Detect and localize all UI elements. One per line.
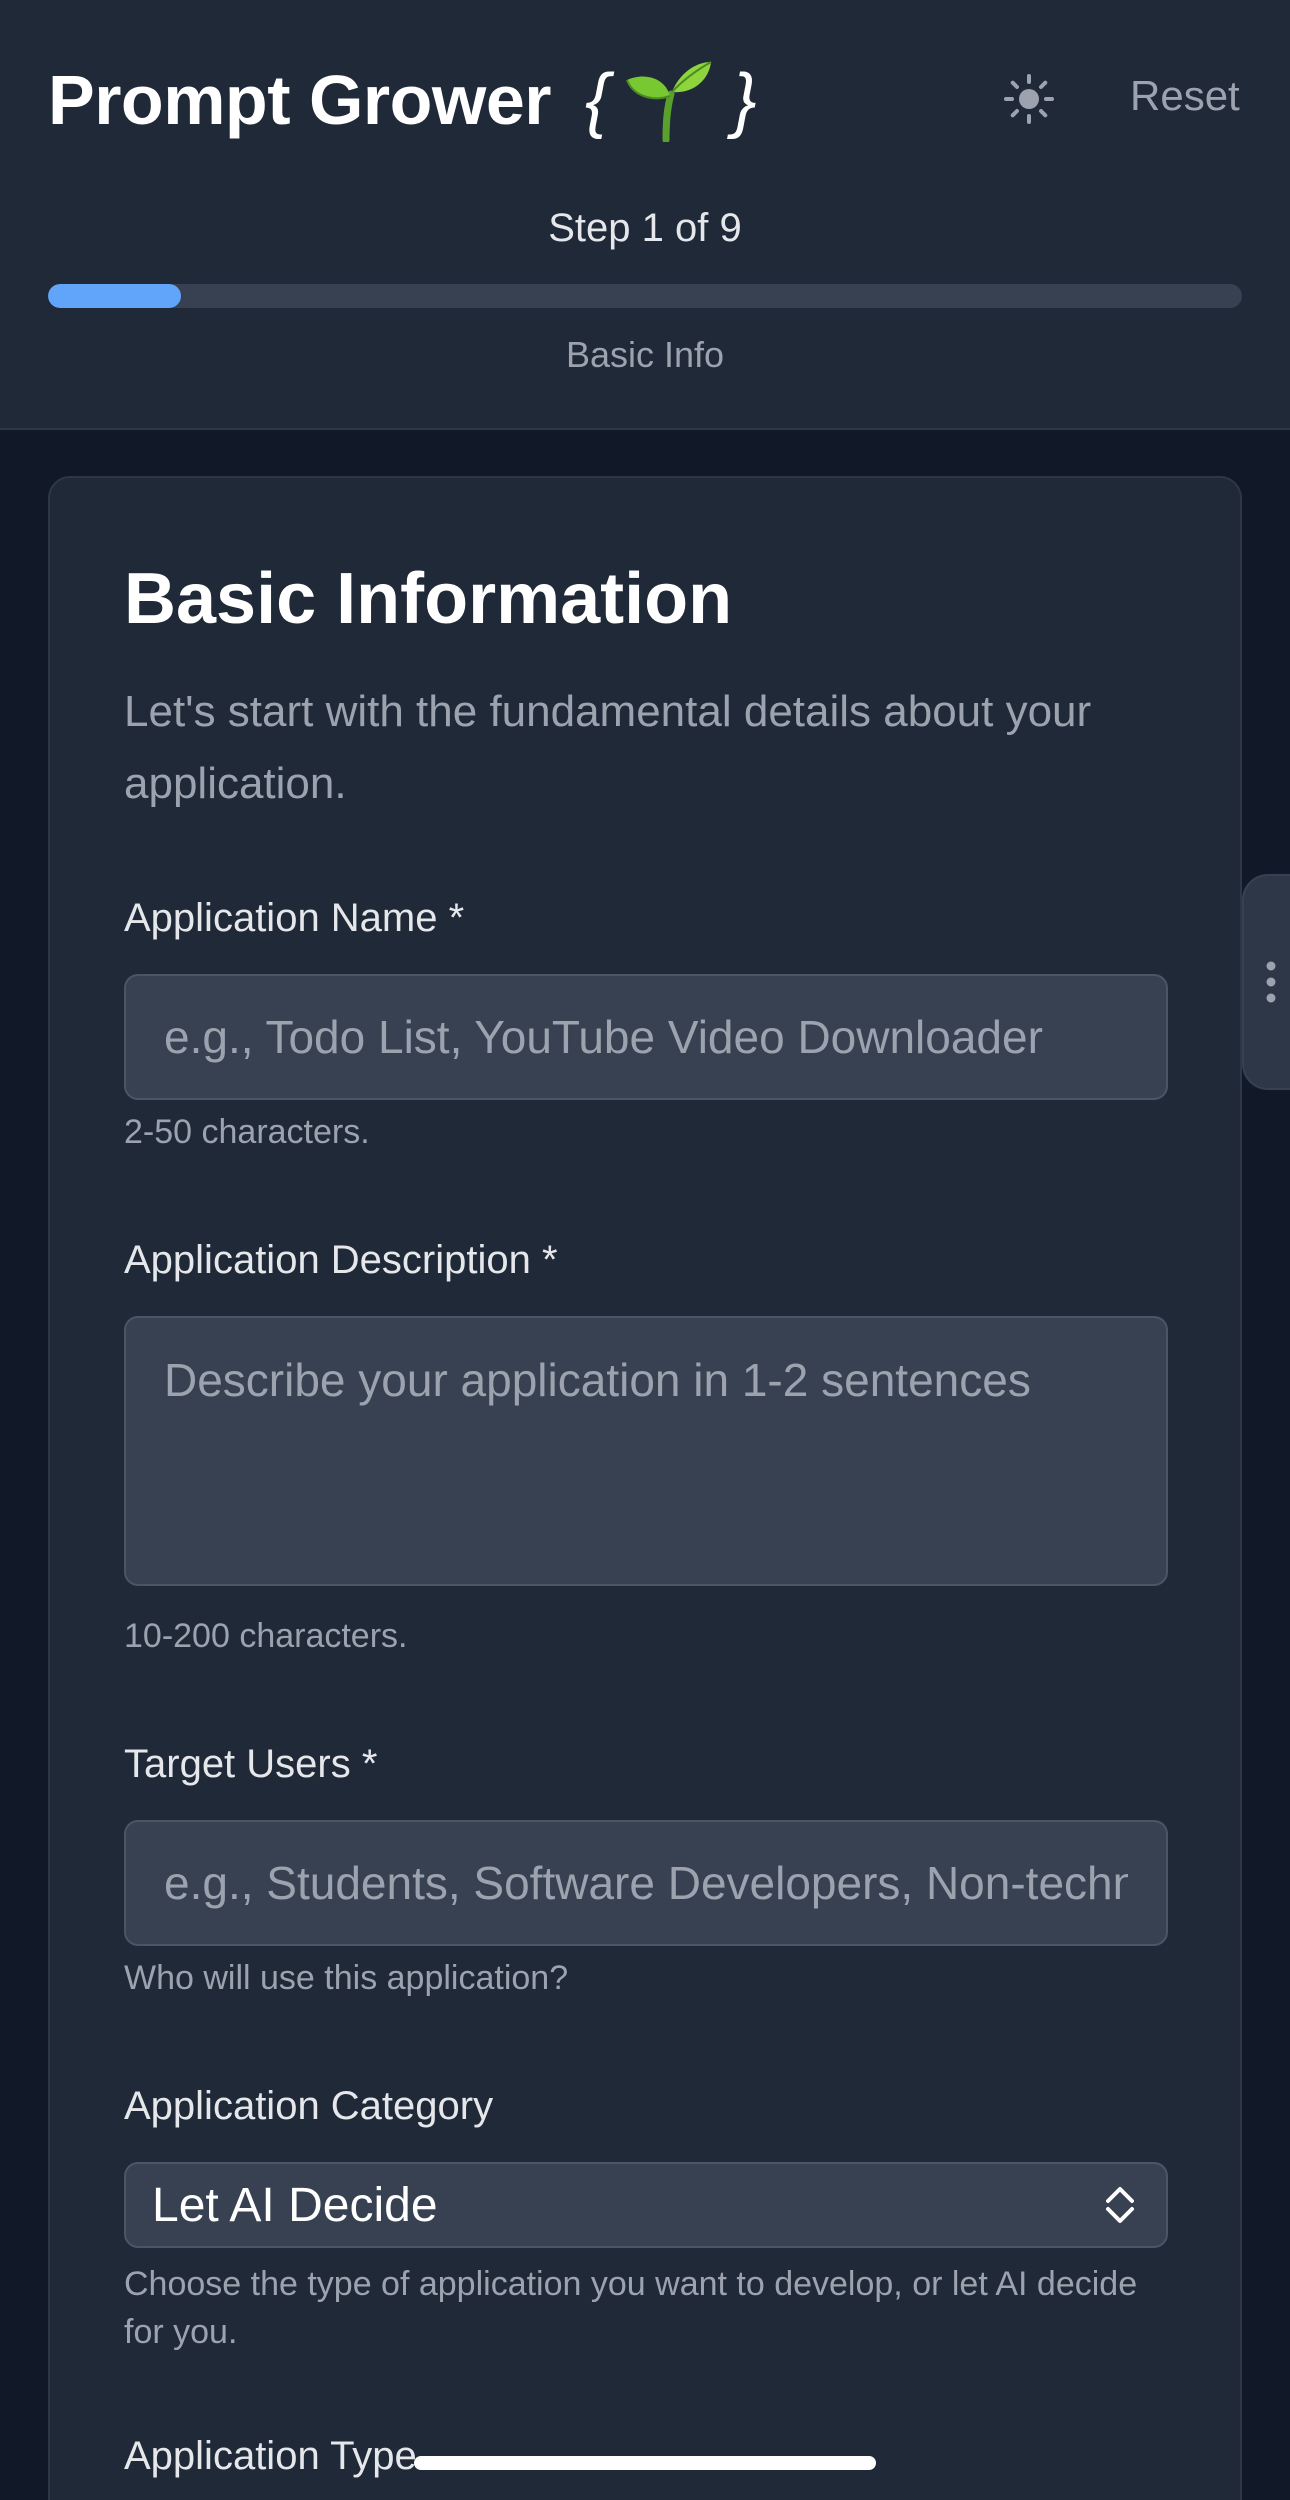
- updown-chevron-icon: [1106, 2187, 1134, 2223]
- header: Prompt Grower { } Reset Step 1 of 9 Basi…: [0, 0, 1290, 430]
- app-name-help: 2-50 characters.: [124, 1113, 370, 1151]
- app-title-text: Prompt Grower: [48, 61, 552, 139]
- step-label: Basic Info: [565, 334, 725, 375]
- sprout-icon: [625, 61, 712, 142]
- basic-info-card: Basic Information Let's start with the f…: [48, 476, 1242, 2500]
- side-panel-handle[interactable]: [1242, 874, 1290, 1090]
- vertical-dots-icon: [1266, 961, 1276, 1003]
- card-subtitle: Let's start with the fundamental details…: [124, 687, 1092, 808]
- app-title: Prompt Grower { }: [48, 58, 757, 142]
- reset-button[interactable]: Reset: [1130, 72, 1240, 120]
- app-category-help: Choose the type of application you want …: [124, 2265, 1138, 2351]
- home-indicator: [414, 2456, 876, 2470]
- brace-close: }: [732, 60, 757, 140]
- app-category-label: Application Category: [124, 2084, 494, 2128]
- progress-bar: [48, 284, 1242, 308]
- app-name-label: Application Name *: [124, 896, 465, 940]
- theme-toggle-button[interactable]: [1000, 70, 1058, 128]
- brace-open: {: [585, 60, 609, 140]
- app-name-input[interactable]: [124, 974, 1168, 1100]
- target-users-help: Who will use this application?: [124, 1959, 569, 1997]
- app-category-select[interactable]: Let AI Decide: [124, 2162, 1168, 2248]
- app-description-textarea[interactable]: [124, 1316, 1168, 1586]
- app-root: Prompt Grower { } Reset Step 1 of 9 Basi…: [0, 0, 1290, 2500]
- card-title: Basic Information: [124, 559, 733, 639]
- progress-fill: [48, 284, 181, 308]
- app-category-selected: Let AI Decide: [152, 2178, 438, 2232]
- step-counter: Step 1 of 9: [548, 206, 742, 250]
- app-description-help: 10-200 characters.: [124, 1617, 408, 1655]
- app-description-label: Application Description *: [124, 1238, 558, 1282]
- sun-icon: [1004, 74, 1054, 124]
- app-type-label: Application Type: [124, 2434, 417, 2478]
- target-users-input[interactable]: [124, 1820, 1168, 1946]
- target-users-label: Target Users *: [124, 1742, 378, 1786]
